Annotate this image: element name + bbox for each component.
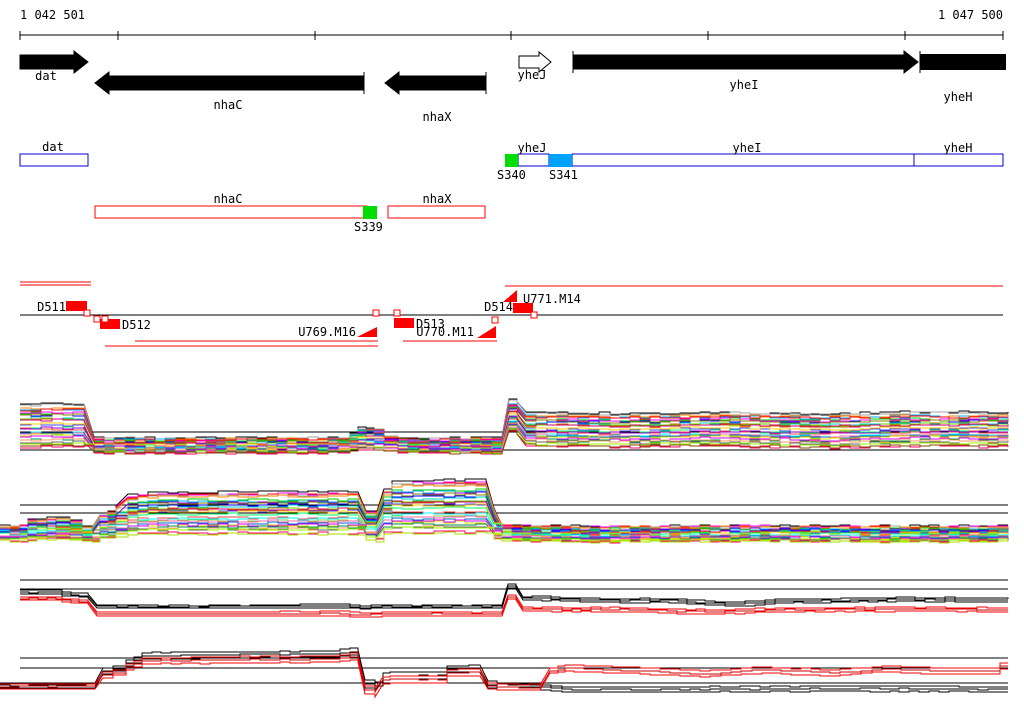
browser-canvas: dat nhaC nhaX yheJ yheI yheH dat yheJ yheI yheH S3… <box>0 31 1009 699</box>
shift-square-D513[interactable] <box>393 309 401 317</box>
up-shift-ramp-U769.M16[interactable] <box>357 327 377 337</box>
shift-square-D512[interactable] <box>101 315 109 323</box>
feature-label-yheH: yheH <box>944 141 973 155</box>
up-shift-label-U770.M11: U770.M11 <box>416 325 474 339</box>
up-shift-label-U769.M16: U769.M16 <box>298 325 356 339</box>
segment-marker-S339[interactable] <box>363 206 377 219</box>
feature-box-nhaX[interactable] <box>387 205 486 219</box>
feature-label-yheJ: yheJ <box>518 141 547 155</box>
down-shift-label-D514: D514 <box>484 300 513 314</box>
gene-arrow-nhaX[interactable] <box>384 70 487 96</box>
down-shift-label-D512: D512 <box>122 318 151 332</box>
up-shift-label-U771.M14: U771.M14 <box>523 292 581 306</box>
segment-marker-label-S341: S341 <box>549 168 578 182</box>
feature-label-nhaX: nhaX <box>423 192 453 206</box>
feature-box-dat[interactable] <box>19 153 89 167</box>
segment-marker-S340[interactable] <box>505 154 518 167</box>
feature-label-dat: dat <box>42 140 64 154</box>
feature-label-nhaC: nhaC <box>214 192 243 206</box>
gene-arrow-nhaC[interactable] <box>94 70 365 96</box>
gene-label-yheJ: yheJ <box>518 68 547 82</box>
shift-square-D511[interactable] <box>83 309 91 317</box>
gene-label-yheI: yheI <box>730 78 759 92</box>
up-shift-ramp-U771.M14[interactable] <box>503 290 517 302</box>
up-shift-ramp-U770.M11[interactable] <box>477 326 496 338</box>
segment-marker-S341[interactable] <box>549 154 572 167</box>
segment-marker-label-S340: S340 <box>497 168 526 182</box>
shift-square-D512[interactable] <box>93 315 101 323</box>
shift-square-D514[interactable] <box>530 311 538 319</box>
down-shift-box-D513[interactable] <box>394 318 414 328</box>
ruler-end-coordinate: 1 047 500 <box>937 8 1003 22</box>
feature-label-yheI: yheI <box>733 141 762 155</box>
shift-square-U770.M11[interactable] <box>491 316 499 324</box>
shift-square-U769.M16[interactable] <box>372 309 380 317</box>
gene-label-nhaC: nhaC <box>214 98 243 112</box>
gene-label-nhaX: nhaX <box>423 110 453 124</box>
gene-label-dat: dat <box>35 69 57 83</box>
gene-label-yheH: yheH <box>944 90 973 104</box>
segment-marker-label-S339: S339 <box>354 220 383 234</box>
down-shift-label-D511: D511 <box>37 300 66 314</box>
genome-browser: 1 042 501 1 047 500 dat nhaC nhaX yheJ yheI y… <box>0 0 1024 714</box>
feature-box-yheJ[interactable] <box>517 153 550 167</box>
feature-box-yheH[interactable] <box>913 153 1004 167</box>
ruler-start-coordinate: 1 042 501 <box>20 8 86 22</box>
gene-arrow-yheH[interactable] <box>920 54 1006 70</box>
gene-arrow-yheI[interactable] <box>572 49 919 75</box>
feature-box-nhaC[interactable] <box>94 205 368 219</box>
feature-box-yheI[interactable] <box>571 153 915 167</box>
